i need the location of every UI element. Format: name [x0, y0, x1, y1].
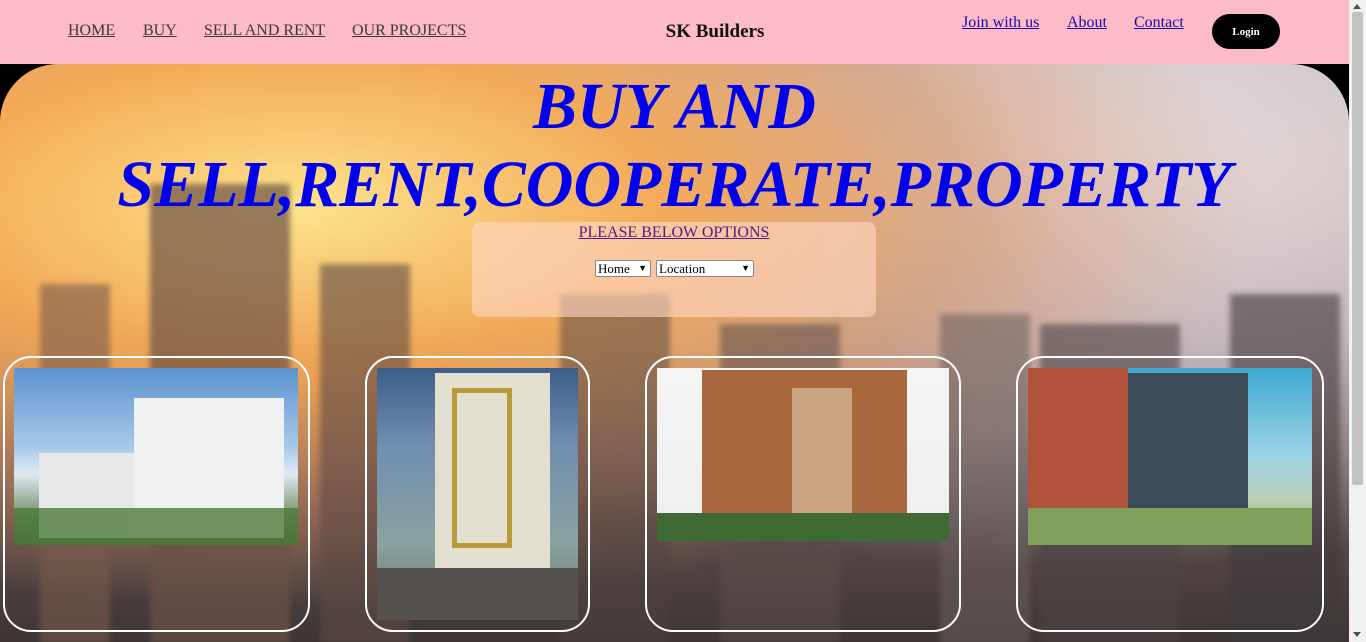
brand-title: SK Builders [665, 21, 765, 42]
headline-line-2: SELL,RENT,COOPERATE,PROPERTY [117, 148, 1232, 221]
scroll-down-icon[interactable] [1353, 632, 1361, 637]
nav-projects-link[interactable]: OUR PROJECTS [352, 22, 466, 40]
scroll-up-icon[interactable] [1353, 4, 1361, 9]
options-panel: PLEASE BELOW OPTIONS Home ▼ Location ▼ [472, 222, 876, 317]
location-select[interactable]: Location ▼ [656, 260, 754, 277]
chevron-down-icon: ▼ [638, 263, 647, 273]
nav-buy-link[interactable]: BUY [143, 22, 177, 40]
headline-line-1: BUY AND [533, 70, 816, 143]
nav-about-link[interactable]: About [1067, 14, 1107, 32]
property-card-4[interactable] [1016, 356, 1324, 632]
nav-contact-link[interactable]: Contact [1134, 14, 1184, 32]
scroll-thumb[interactable] [1352, 12, 1363, 485]
options-link[interactable]: PLEASE BELOW OPTIONS [472, 224, 876, 242]
page-scrollbar[interactable] [1349, 0, 1366, 642]
property-photo-1 [14, 368, 298, 545]
hero-section: BUY AND SELL,RENT,COOPERATE,PROPERTY PLE… [0, 64, 1349, 642]
property-photo-4 [1028, 368, 1312, 545]
nav-join-link[interactable]: Join with us [962, 14, 1039, 32]
location-value: Location [659, 261, 706, 276]
chevron-down-icon: ▼ [741, 263, 750, 273]
login-button[interactable]: Login [1212, 14, 1280, 49]
nav-home-link[interactable]: HOME [68, 22, 115, 40]
property-card-3[interactable] [645, 356, 961, 632]
property-card-2[interactable] [365, 356, 590, 632]
property-card-1[interactable] [3, 356, 310, 632]
navbar: HOME BUY SELL AND RENT OUR PROJECTS SK B… [0, 0, 1349, 64]
property-type-value: Home [598, 261, 630, 276]
property-photo-3 [657, 368, 949, 541]
hero-headline: BUY AND SELL,RENT,COOPERATE,PROPERTY [0, 64, 1349, 224]
property-photo-2 [377, 368, 578, 620]
nav-sell-rent-link[interactable]: SELL AND RENT [204, 22, 325, 40]
property-type-select[interactable]: Home ▼ [595, 260, 651, 277]
